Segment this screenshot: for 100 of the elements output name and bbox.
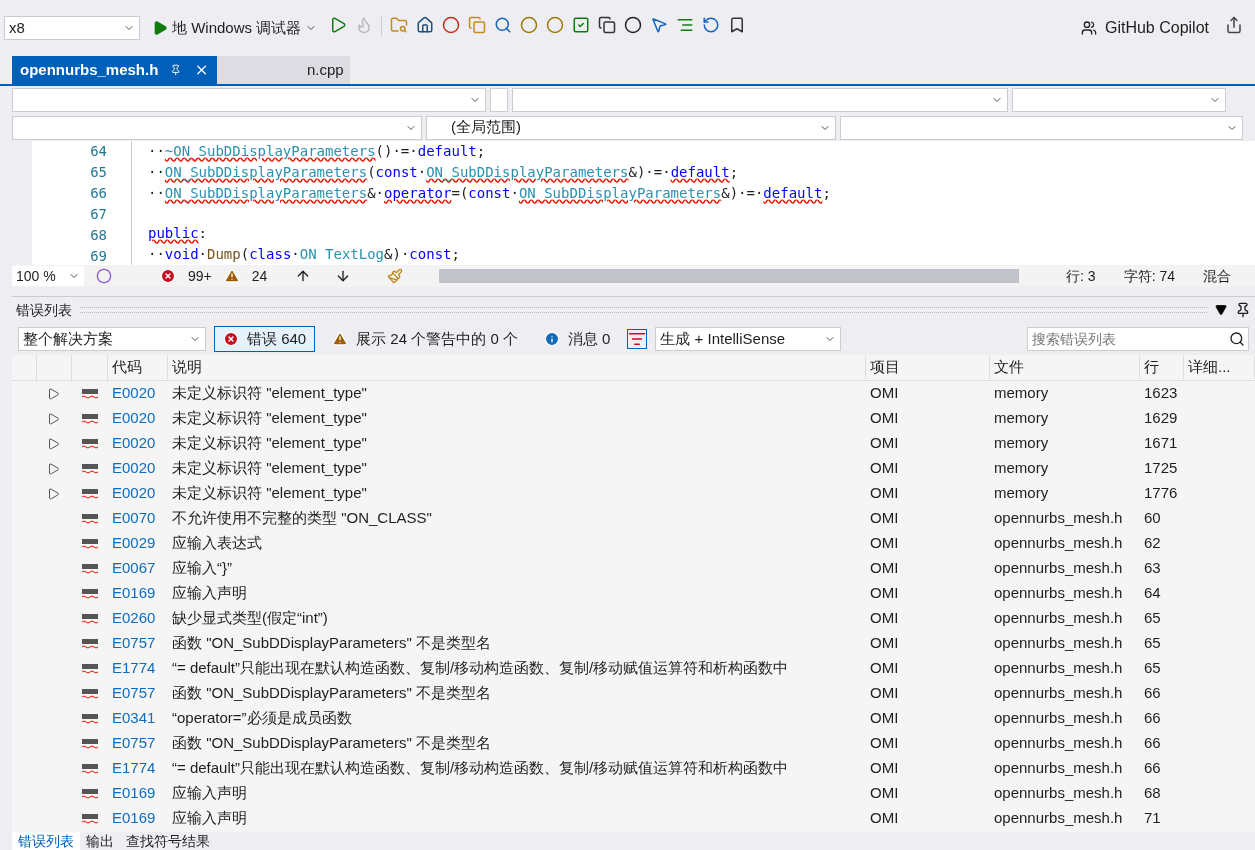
code-token: · bbox=[510, 184, 519, 203]
expand-icon[interactable] bbox=[48, 437, 60, 450]
column-header[interactable]: 文件 bbox=[990, 356, 1140, 379]
column-header[interactable]: 代码 bbox=[108, 356, 168, 379]
table-cell-text: 应输入声明 bbox=[171, 808, 248, 829]
column-header[interactable]: 详细... bbox=[1184, 356, 1255, 379]
warning-count[interactable]: 24 bbox=[251, 265, 268, 287]
column-header[interactable]: 行 bbox=[1140, 356, 1184, 379]
file-tab[interactable]: opennurbs_mesh.h bbox=[12, 56, 217, 84]
expand-icon[interactable] bbox=[48, 387, 60, 400]
error-code-link[interactable]: E0020 bbox=[108, 482, 168, 505]
error-code-link[interactable]: E0169 bbox=[108, 782, 168, 805]
horizontal-scrollbar[interactable] bbox=[439, 269, 1020, 283]
file-tab[interactable]: n.cpp bbox=[217, 56, 350, 84]
zoom-dropdown[interactable]: 100 % bbox=[12, 266, 84, 286]
table-cell-text: OMI bbox=[869, 533, 900, 554]
error-code-link[interactable]: E0020 bbox=[108, 382, 168, 405]
scope-dropdown[interactable]: (全局范围) bbox=[426, 115, 836, 140]
filter-toggle[interactable]: 错误 640 bbox=[214, 326, 316, 352]
code-token: void bbox=[164, 245, 199, 264]
line-number: 64 bbox=[89, 142, 108, 161]
undo-list-icon[interactable] bbox=[702, 16, 721, 34]
table-cell-text: opennurbs_mesh.h bbox=[993, 608, 1124, 629]
table-cell-text: 未定义标识符 "element_type" bbox=[171, 458, 368, 479]
code-token: ; bbox=[476, 142, 486, 161]
filter-icon[interactable] bbox=[627, 329, 648, 349]
pin-icon[interactable] bbox=[1235, 302, 1251, 318]
panel-tab[interactable]: 查找符号结果 bbox=[120, 832, 216, 850]
table-cell-text: 1629 bbox=[1143, 408, 1179, 429]
table-cell-text: OMI bbox=[869, 558, 900, 579]
cursor-icon[interactable] bbox=[650, 16, 669, 34]
copilot-button[interactable]: GitHub Copilot bbox=[1072, 16, 1217, 40]
error-code-link[interactable]: E0020 bbox=[108, 407, 168, 430]
table-cell-text: 未定义标识符 "element_type" bbox=[171, 433, 368, 454]
share-icon[interactable] bbox=[1225, 16, 1243, 34]
expand-icon[interactable] bbox=[48, 487, 60, 500]
table-cell-text: 未定义标识符 "element_type" bbox=[171, 408, 368, 429]
code-token: operator bbox=[384, 184, 452, 203]
code-token: public bbox=[148, 224, 199, 243]
code-token: : bbox=[198, 224, 207, 243]
error-code-link[interactable]: E0020 bbox=[108, 457, 168, 480]
expand-icon[interactable] bbox=[48, 462, 60, 475]
error-code-link[interactable]: E0757 bbox=[108, 732, 168, 755]
filter-toggle[interactable]: 消息 0 bbox=[534, 326, 620, 352]
table-cell-text: 65 bbox=[1143, 658, 1162, 679]
code-token: · bbox=[417, 163, 427, 182]
source-dropdown[interactable]: 生成 + IntelliSense bbox=[655, 327, 842, 351]
error-code-link[interactable]: E0070 bbox=[108, 507, 168, 530]
table-cell-text: 66 bbox=[1143, 683, 1162, 704]
dropdown-caret-icon[interactable] bbox=[1215, 304, 1227, 316]
code-token: ·· bbox=[148, 245, 165, 264]
table-cell-text: opennurbs_mesh.h bbox=[993, 708, 1124, 729]
code-token: ( bbox=[367, 163, 376, 182]
error-code-link[interactable]: E0067 bbox=[108, 557, 168, 580]
error-code-link[interactable]: E1774 bbox=[108, 657, 168, 680]
char-position: 字符: 74 bbox=[1123, 266, 1175, 286]
error-code-link[interactable]: E0757 bbox=[108, 682, 168, 705]
column-header[interactable]: 说明 bbox=[168, 356, 866, 379]
column-header[interactable]: 项目 bbox=[866, 356, 990, 379]
expand-icon[interactable] bbox=[48, 412, 60, 425]
line-number: 67 bbox=[89, 205, 108, 224]
table-cell-text: opennurbs_mesh.h bbox=[993, 733, 1124, 754]
line-number: 68 bbox=[89, 226, 108, 245]
panel-tab[interactable]: 错误列表 bbox=[12, 832, 80, 850]
search-icon[interactable] bbox=[494, 16, 513, 34]
warning-icon bbox=[223, 268, 240, 284]
play-outline-icon[interactable] bbox=[329, 16, 348, 34]
code-token: ON_SubDDisplayParameters bbox=[518, 184, 722, 204]
error-icon bbox=[223, 331, 239, 347]
brush-icon[interactable] bbox=[387, 268, 404, 284]
scope-dropdown[interactable]: 整个解决方案 bbox=[18, 327, 206, 351]
search-field[interactable]: 搜索错误列表 bbox=[1027, 327, 1249, 351]
error-code-link[interactable]: E0260 bbox=[108, 607, 168, 630]
info-icon bbox=[543, 331, 560, 347]
code-token: =( bbox=[451, 184, 469, 203]
error-code-link[interactable]: E0169 bbox=[108, 582, 168, 605]
table-cell-text: 66 bbox=[1143, 708, 1162, 729]
indent-icon[interactable] bbox=[676, 16, 695, 34]
error-code-link[interactable]: E0020 bbox=[108, 432, 168, 455]
error-count[interactable]: 99+ bbox=[188, 265, 212, 287]
folder-search-icon[interactable] bbox=[390, 16, 409, 34]
panel-tab[interactable]: 输出 bbox=[80, 832, 120, 850]
debugger-button[interactable]: 地 Windows 调试器 bbox=[148, 16, 322, 40]
code-token: default bbox=[763, 184, 823, 203]
error-code-link[interactable]: E0169 bbox=[108, 807, 168, 830]
dark-circle-icon[interactable] bbox=[624, 16, 643, 34]
line-number: 69 bbox=[89, 247, 108, 265]
filter-toggle[interactable]: 展示 24 个警告中的 0 个 bbox=[323, 326, 527, 352]
table-cell-text: 应输入声明 bbox=[171, 783, 248, 804]
house-window-icon[interactable] bbox=[416, 16, 435, 34]
table-cell-text: 71 bbox=[1143, 808, 1162, 829]
code-token: const bbox=[409, 245, 452, 264]
error-code-link[interactable]: E0757 bbox=[108, 632, 168, 655]
platform-dropdown[interactable]: x8 bbox=[4, 16, 140, 40]
error-code-link[interactable]: E1774 bbox=[108, 757, 168, 780]
table-cell-text: OMI bbox=[869, 608, 900, 629]
code-token: ; bbox=[822, 184, 831, 203]
error-code-link[interactable]: E0341 bbox=[108, 707, 168, 730]
error-code-link[interactable]: E0029 bbox=[108, 532, 168, 555]
table-cell-text: 65 bbox=[1143, 608, 1162, 629]
